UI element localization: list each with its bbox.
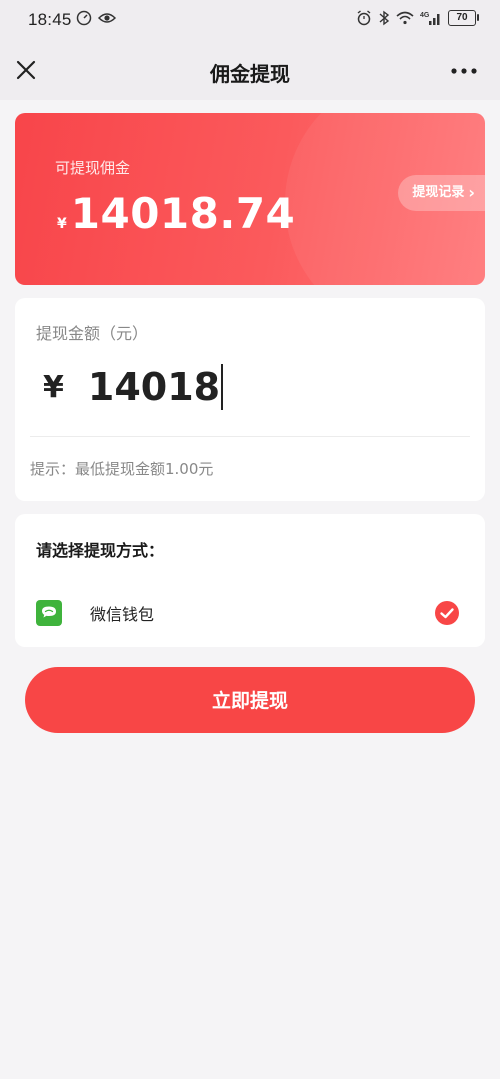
balance-amount: ¥ 14018.74 — [57, 189, 295, 238]
wechat-pay-icon — [36, 600, 62, 626]
text-caret — [221, 364, 224, 410]
withdraw-record-label: 提现记录 — [412, 185, 465, 200]
divider — [30, 436, 470, 437]
status-time: 18:45 — [28, 10, 72, 29]
chevron-right-icon: › — [468, 183, 475, 202]
alarm-icon — [357, 10, 371, 26]
eye-icon — [98, 13, 116, 23]
wifi-icon — [396, 11, 414, 25]
status-right-icons: 4G 70 — [356, 10, 479, 26]
nav-bar: 佣金提现 — [0, 42, 500, 100]
battery-icon: 70 — [448, 10, 479, 26]
status-left-icons — [76, 10, 116, 26]
balance-label: 可提现佣金 — [55, 159, 131, 177]
amount-value[interactable]: 14018 — [88, 365, 220, 409]
method-option-wechat[interactable]: 微信钱包 — [36, 598, 459, 628]
amount-currency: ¥ — [43, 369, 64, 405]
balance-currency: ¥ — [57, 216, 67, 232]
speedometer-icon — [76, 10, 92, 26]
check-circle-icon[interactable] — [435, 601, 459, 625]
amount-input[interactable]: ¥ 14018 — [43, 364, 224, 410]
signal-icon: 4G — [420, 12, 440, 25]
status-bar: 18:45 4G 70 — [0, 0, 500, 42]
withdraw-method-card: 请选择提现方式： 微信钱包 — [15, 514, 485, 647]
svg-text:4G: 4G — [420, 12, 430, 19]
bluetooth-icon — [379, 10, 390, 26]
balance-card: 可提现佣金 ¥ 14018.74 提现记录 › — [15, 113, 485, 285]
page-title: 佣金提现 — [210, 62, 290, 86]
amount-hint: 提示：最低提现金额1.00元 — [30, 460, 214, 478]
amount-label: 提现金额（元） — [36, 324, 149, 343]
balance-value: 14018.74 — [70, 189, 296, 238]
withdraw-now-button[interactable]: 立即提现 — [25, 667, 475, 733]
withdraw-record-button[interactable]: 提现记录 › — [398, 175, 485, 211]
amount-card: 提现金额（元） ¥ 14018 提示：最低提现金额1.00元 — [15, 298, 485, 501]
more-icon[interactable] — [448, 58, 480, 84]
method-name: 微信钱包 — [90, 605, 155, 624]
method-title: 请选择提现方式： — [36, 541, 165, 560]
